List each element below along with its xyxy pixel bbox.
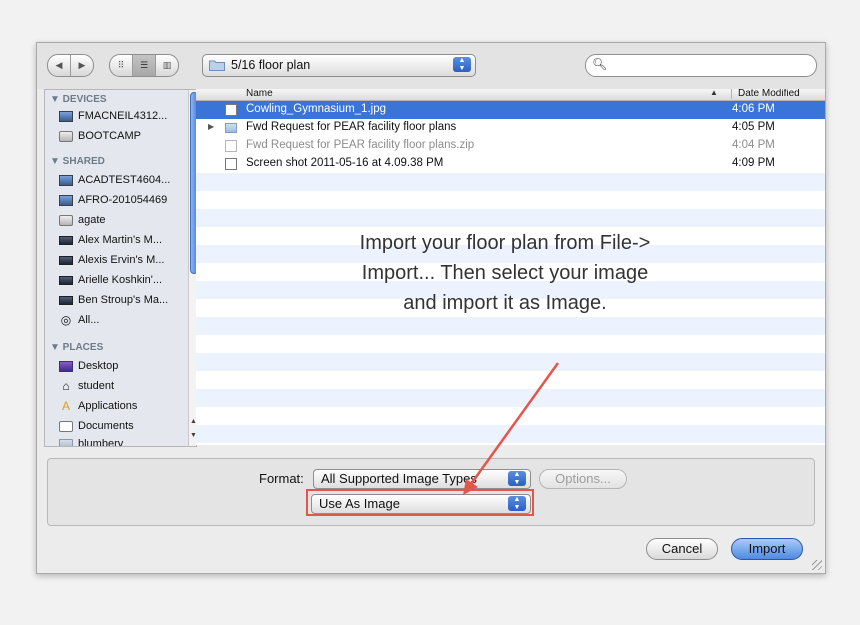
annotation-arrow-icon [463,362,560,495]
